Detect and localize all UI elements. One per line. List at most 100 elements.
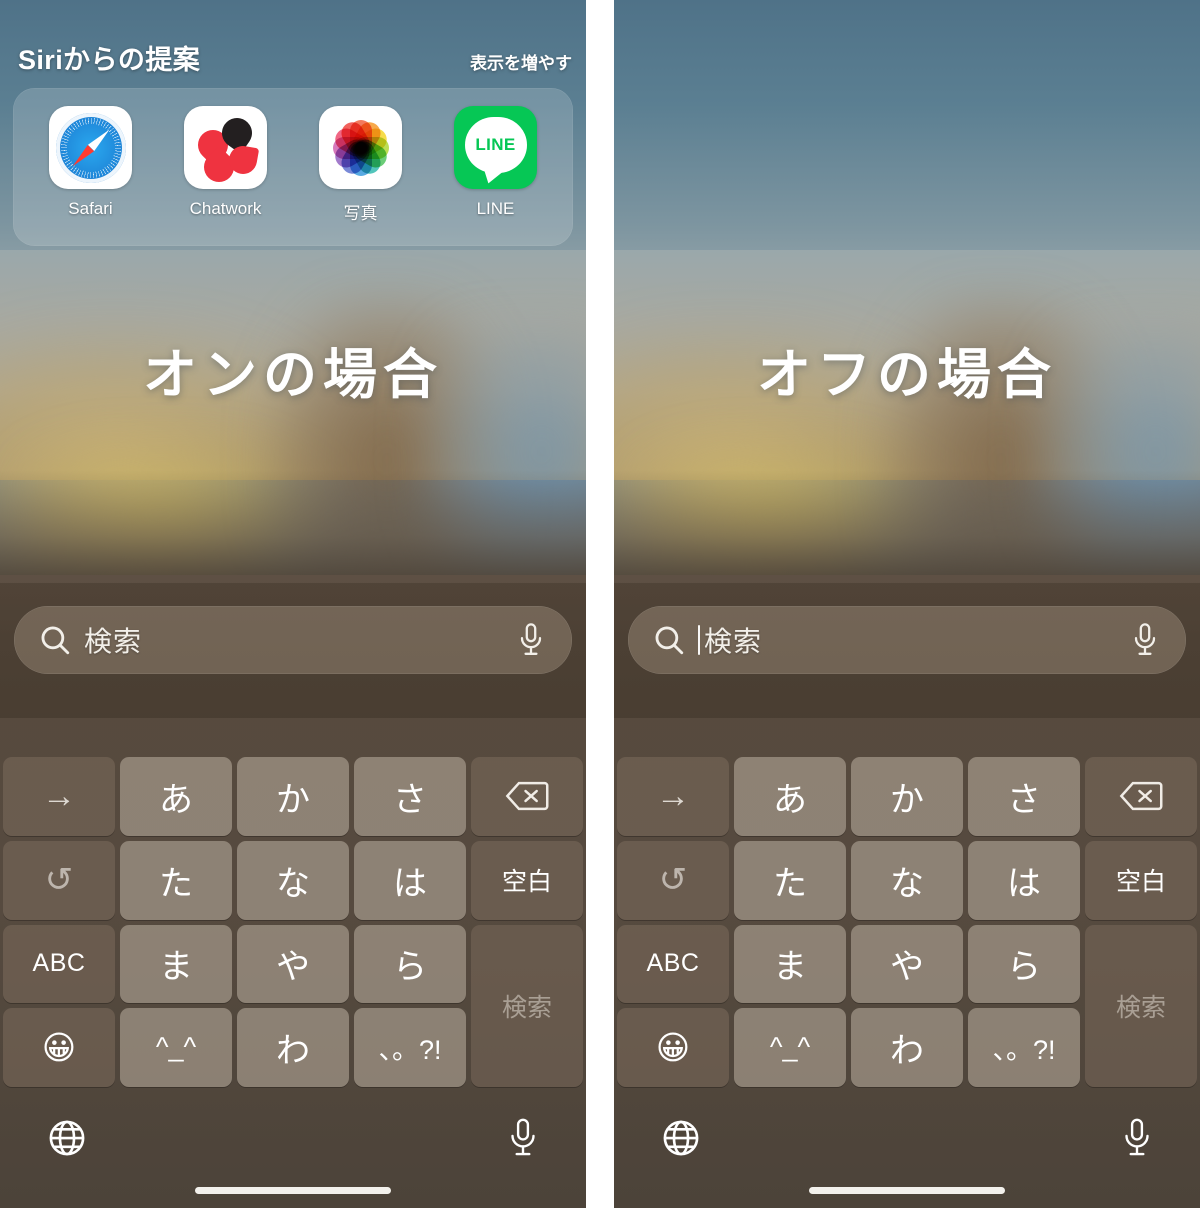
delete-icon <box>1119 779 1163 813</box>
app-item-line[interactable]: LINE LINE <box>428 106 563 219</box>
microphone-icon[interactable] <box>506 1117 540 1159</box>
globe-icon[interactable] <box>660 1117 702 1159</box>
key-label: か <box>276 780 310 819</box>
keyboard-grid: → あ か さ ↺ た な は 空白 ABC ま や ら 検索 😀 ^_^ わ 、。?! <box>614 757 1200 1087</box>
panel-caption-on: オンの場合 <box>143 345 443 405</box>
home-indicator <box>809 1187 1005 1194</box>
key-ra[interactable]: ら <box>968 924 1080 1004</box>
key-space[interactable]: 空白 <box>471 840 583 920</box>
key-ma[interactable]: ま <box>120 924 232 1004</box>
key-undo[interactable]: ↺ <box>617 840 729 920</box>
key-label: か <box>890 780 924 819</box>
key-arrow-right[interactable]: → <box>617 757 729 836</box>
app-label-photos: 写真 <box>343 204 378 223</box>
safari-icon <box>49 106 132 189</box>
key-a[interactable]: あ <box>120 757 232 836</box>
key-sa[interactable]: さ <box>968 757 1080 836</box>
key-label: ま <box>159 948 193 987</box>
siri-suggestions-section: Siriからの提案 表示を増やす Safari Chatwork 写真 LINE… <box>0 0 586 258</box>
search-bar-right[interactable]: 検索 <box>628 606 1186 674</box>
panel-divider <box>586 0 614 1208</box>
search-placeholder-right: 検索 <box>704 626 763 657</box>
key-na[interactable]: な <box>851 840 963 920</box>
phone-panel-on: Siriからの提案 表示を増やす Safari Chatwork 写真 LINE… <box>0 0 586 1208</box>
japanese-keyboard-left: → あ か さ ↺ た な は 空白 ABC ま や ら検索 😀 ^_^ わ 、。?! <box>0 757 586 1208</box>
show-more-button[interactable]: 表示を増やす <box>470 49 572 74</box>
app-label-line: LINE <box>476 199 515 218</box>
key-label: 検索 <box>501 993 552 1022</box>
key-label: 、。?! <box>992 1035 1056 1066</box>
key-label: さ <box>393 780 427 819</box>
app-label-chatwork: Chatwork <box>189 199 262 218</box>
key-ta[interactable]: た <box>120 840 232 920</box>
key-label: は <box>393 864 427 903</box>
key-a[interactable]: あ <box>734 757 846 836</box>
key-delete[interactable] <box>1085 757 1197 836</box>
globe-icon[interactable] <box>46 1117 88 1159</box>
key-wa[interactable]: わ <box>237 1008 349 1087</box>
key-arrow-right[interactable]: → <box>3 757 115 836</box>
photos-icon <box>319 106 402 189</box>
key-ha[interactable]: は <box>968 840 1080 920</box>
microphone-icon[interactable] <box>516 622 546 658</box>
keyboard-bottom-bar <box>614 1093 1200 1183</box>
key-undo[interactable]: ↺ <box>3 840 115 920</box>
undo-icon: ↺ <box>44 861 74 900</box>
key-label: さ <box>1007 780 1041 819</box>
key-label: 空白 <box>501 868 552 897</box>
key-ya[interactable]: や <box>237 924 349 1004</box>
delete-icon <box>505 779 549 813</box>
key-wa[interactable]: わ <box>851 1008 963 1087</box>
key-label: ABC <box>32 949 86 978</box>
key-delete[interactable] <box>471 757 583 836</box>
key-label: あ <box>773 780 807 819</box>
key-ya[interactable]: や <box>851 924 963 1004</box>
siri-suggestions-card: Safari Chatwork 写真 LINE LINE <box>13 88 573 246</box>
key-punctuation[interactable]: 、。?! <box>354 1008 466 1087</box>
siri-app-list: Safari Chatwork 写真 LINE LINE <box>13 88 573 246</box>
key-ra[interactable]: ら <box>354 924 466 1004</box>
key-ha[interactable]: は <box>354 840 466 920</box>
key-label: ABC <box>646 949 700 978</box>
key-punctuation[interactable]: 、。?! <box>968 1008 1080 1087</box>
key-abc[interactable]: ABC <box>3 924 115 1004</box>
key-ma[interactable]: ま <box>734 924 846 1004</box>
search-icon <box>38 623 72 657</box>
key-label: な <box>276 864 310 903</box>
key-abc[interactable]: ABC <box>617 924 729 1004</box>
microphone-icon[interactable] <box>1120 1117 1154 1159</box>
app-label-safari: Safari <box>68 199 113 218</box>
key-label: 空白 <box>1115 868 1166 897</box>
key-space[interactable]: 空白 <box>1085 840 1197 920</box>
key-search-enter[interactable]: 検索 <box>471 924 583 1087</box>
key-label: た <box>773 864 807 903</box>
key-sa[interactable]: さ <box>354 757 466 836</box>
key-label: た <box>159 864 193 903</box>
key-ta[interactable]: た <box>734 840 846 920</box>
key-label: ^_^ <box>155 1032 197 1063</box>
key-label: ら <box>1007 948 1041 987</box>
key-emoji[interactable]: 😀 <box>3 1008 115 1087</box>
key-label: ま <box>773 948 807 987</box>
key-label: あ <box>159 780 193 819</box>
microphone-icon[interactable] <box>1130 622 1160 658</box>
key-emoji[interactable]: 😀 <box>617 1008 729 1087</box>
siri-title: Siriからの提案 <box>18 45 201 75</box>
key-label: ら <box>393 948 427 987</box>
key-kaomoji[interactable]: ^_^ <box>734 1008 846 1087</box>
search-icon <box>652 623 686 657</box>
app-item-chatwork[interactable]: Chatwork <box>158 106 293 219</box>
app-item-safari[interactable]: Safari <box>23 106 158 219</box>
key-label: は <box>1007 864 1041 903</box>
chatwork-icon <box>184 106 267 189</box>
key-ka[interactable]: か <box>851 757 963 836</box>
app-item-photos[interactable]: 写真 <box>293 106 428 224</box>
key-na[interactable]: な <box>237 840 349 920</box>
key-kaomoji[interactable]: ^_^ <box>120 1008 232 1087</box>
key-search-enter[interactable]: 検索 <box>1085 924 1197 1087</box>
key-ka[interactable]: か <box>237 757 349 836</box>
key-label: な <box>890 864 924 903</box>
text-cursor <box>698 625 700 655</box>
search-placeholder-left: 検索 <box>84 626 143 657</box>
search-bar-left[interactable]: 検索 <box>14 606 572 674</box>
